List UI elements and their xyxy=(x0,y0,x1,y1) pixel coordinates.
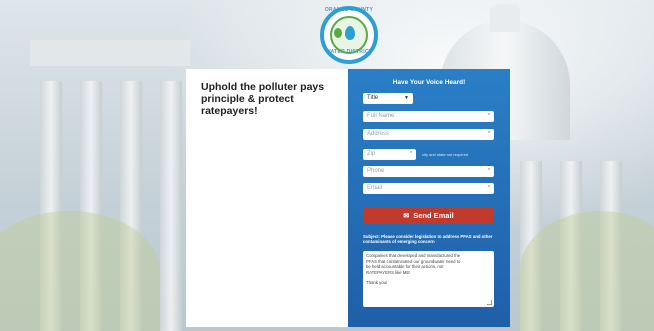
title-select[interactable]: Title ▼ xyxy=(363,93,413,104)
required-marker: * xyxy=(488,168,490,174)
full-name-field[interactable]: Full Name * xyxy=(363,111,494,122)
email-placeholder: Email xyxy=(367,185,383,191)
email-form-panel: Have Your Voice Heard! Title ▼ Full Name… xyxy=(348,69,510,327)
address-field[interactable]: Address * xyxy=(363,129,494,140)
email-field[interactable]: Email * xyxy=(363,183,494,194)
chevron-down-icon: ▼ xyxy=(404,95,409,101)
required-marker: * xyxy=(488,185,490,191)
water-district-logo: ORANGE COUNTY WATER DISTRICT xyxy=(320,6,378,64)
title-select-value: Title xyxy=(367,95,379,101)
envelope-icon: ✉ xyxy=(403,213,410,220)
send-email-button[interactable]: ✉ Send Email xyxy=(363,208,494,224)
logo-ring-bottom-text: WATER DISTRICT xyxy=(325,49,373,55)
page-headline: Uphold the polluter pays principle & pro… xyxy=(201,81,325,117)
message-textarea[interactable]: Companies that developed and manufacture… xyxy=(363,251,494,307)
message-signoff: Thank you! xyxy=(366,280,388,285)
form-title: Have Your Voice Heard! xyxy=(392,79,466,86)
zip-placeholder: Zip xyxy=(367,151,376,157)
phone-placeholder: Phone xyxy=(367,168,385,174)
full-name-placeholder: Full Name xyxy=(367,113,395,119)
address-placeholder: Address xyxy=(367,131,390,137)
email-subject: Subject: Please consider legislation to … xyxy=(363,234,493,245)
zip-hint: city and state not required xyxy=(422,152,469,157)
zip-field[interactable]: Zip * xyxy=(363,149,416,160)
required-marker: * xyxy=(488,113,490,119)
logo-ring-top-text: ORANGE COUNTY xyxy=(324,7,374,13)
headline-panel: Uphold the polluter pays principle & pro… xyxy=(186,69,348,327)
resize-handle[interactable] xyxy=(487,300,492,305)
water-drop-icon xyxy=(345,26,355,40)
capitol-dome-lantern xyxy=(490,4,520,32)
send-email-label: Send Email xyxy=(413,211,454,220)
required-marker: * xyxy=(410,151,412,157)
required-marker: * xyxy=(488,131,490,137)
tree-icon xyxy=(334,28,342,38)
phone-field[interactable]: Phone * xyxy=(363,166,494,177)
